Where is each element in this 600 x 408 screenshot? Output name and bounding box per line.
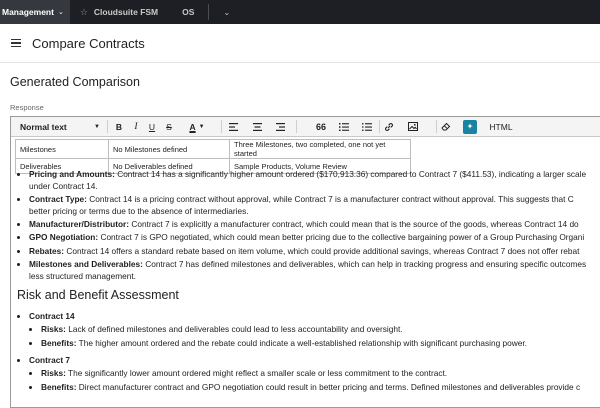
- sub-list: Risks: The significantly lower amount or…: [29, 368, 600, 393]
- bullet-label: Contract Type:: [29, 194, 87, 205]
- top-nav: Management ⌄ ☆ Cloudsuite FSM OS ⌄: [0, 0, 600, 24]
- text-color-button[interactable]: A ▼: [184, 117, 210, 136]
- align-center-icon[interactable]: [250, 117, 264, 136]
- toolbar-divider: [436, 120, 437, 133]
- tab-os[interactable]: OS: [168, 0, 208, 24]
- bullet-text: The higher amount ordered and the rebate…: [76, 337, 527, 348]
- bullet-label: GPO Negotiation:: [29, 232, 99, 243]
- bullet-label: Rebates:: [29, 245, 65, 256]
- caret-down-icon: ▼: [198, 123, 205, 130]
- list-item: Risks: Lack of defined milestones and de…: [41, 324, 600, 336]
- toolbar-divider: [379, 120, 380, 133]
- bold-button[interactable]: B: [112, 117, 126, 136]
- underline-button[interactable]: U: [145, 117, 159, 136]
- section-title: Generated Comparison: [10, 75, 140, 89]
- bullet-label: Milestones and Deliverables:: [29, 258, 143, 269]
- bullet-text: Contract 14 is a pricing contract withou…: [86, 194, 574, 205]
- bullet-text: Contract 7 is GPO negotiated, which coul…: [98, 232, 585, 243]
- chevron-down-icon: ⌄: [57, 9, 64, 16]
- list-item: Contract 7 Risks: The significantly lowe…: [29, 355, 600, 394]
- bullet-text: better pricing or terms due to the absen…: [29, 206, 249, 217]
- bullet-text: Contract 7 has defined milestones and de…: [142, 258, 587, 269]
- bullet-text: The significantly lower amount ordered m…: [65, 368, 448, 379]
- list-item: Rebates: Contract 14 offers a standard r…: [29, 246, 600, 258]
- toolbar-divider: [107, 120, 108, 133]
- table-cell: Three Milestones, two completed, one not…: [229, 139, 411, 159]
- tab-management-label: Management: [2, 7, 54, 17]
- align-left-icon[interactable]: [226, 117, 240, 136]
- numbered-list-icon[interactable]: [337, 117, 351, 136]
- strikethrough-button[interactable]: S: [162, 117, 176, 136]
- image-icon[interactable]: [406, 117, 420, 136]
- text-color-icon: A: [189, 121, 196, 132]
- caret-down-icon: ▼: [94, 123, 100, 130]
- bullet-text: less structured management.: [29, 270, 136, 281]
- tab-os-label: OS: [182, 7, 195, 17]
- list-item: Manufacturer/Distributor: Contract 7 is …: [29, 219, 600, 231]
- tab-cloudsuite-fsm[interactable]: ☆ Cloudsuite FSM: [70, 0, 168, 24]
- comparison-list: Pricing and Amounts: Contract 14 has a s…: [11, 169, 600, 283]
- bullet-text: Direct manufacturer contract and GPO neg…: [76, 381, 581, 392]
- list-item: Contract Type: Contract 14 is a pricing …: [29, 194, 600, 218]
- list-item: GPO Negotiation: Contract 7 is GPO negot…: [29, 232, 600, 244]
- table-cell: Milestones: [15, 139, 109, 159]
- link-icon[interactable]: [382, 117, 396, 136]
- bullet-label: Risks:: [41, 368, 66, 379]
- list-item: Milestones and Deliverables: Contract 7 …: [29, 259, 600, 283]
- contract-title: Contract 7: [29, 354, 71, 365]
- bullet-label: Manufacturer/Distributor:: [29, 219, 130, 230]
- bullet-list-icon[interactable]: [360, 117, 374, 136]
- bullet-text: Lack of defined milestones and deliverab…: [65, 324, 403, 335]
- bullet-text: Contract 14 has a significantly higher a…: [114, 169, 587, 179]
- table-cell: No Milestones defined: [108, 139, 230, 159]
- table-row: Milestones No Milestones defined Three M…: [15, 139, 411, 159]
- quote-button[interactable]: 66: [314, 117, 328, 136]
- bullet-label: Benefits:: [41, 381, 77, 392]
- bullet-label: Pricing and Amounts:: [29, 169, 115, 179]
- editor-toolbar: Normal text ▼ B I U S A ▼ 66 ✦ HTML: [11, 117, 600, 137]
- eraser-icon[interactable]: [439, 117, 453, 136]
- tab-management[interactable]: Management ⌄: [0, 0, 70, 24]
- risk-list: Contract 14 Risks: Lack of defined miles…: [11, 311, 600, 394]
- align-right-icon[interactable]: [273, 117, 287, 136]
- star-icon[interactable]: ☆: [80, 7, 88, 18]
- bullet-text: under Contract 14.: [29, 180, 98, 191]
- italic-button[interactable]: I: [129, 117, 143, 136]
- contract-title: Contract 14: [29, 310, 75, 321]
- chevron-down-icon[interactable]: ⌄: [209, 8, 244, 17]
- risk-heading: Risk and Benefit Assessment: [17, 287, 179, 302]
- bullet-text: Contract 14 offers a standard rebate bas…: [64, 245, 580, 256]
- list-item: Pricing and Amounts: Contract 14 has a s…: [29, 169, 600, 193]
- format-dropdown[interactable]: Normal text ▼: [20, 117, 100, 136]
- ai-assist-icon[interactable]: ✦: [463, 119, 477, 134]
- menu-icon[interactable]: [11, 38, 21, 48]
- response-editor[interactable]: Normal text ▼ B I U S A ▼ 66 ✦ HTML Mile…: [10, 116, 600, 408]
- list-item: Contract 14 Risks: Lack of defined miles…: [29, 311, 600, 350]
- tab-cloudsuite-fsm-label: Cloudsuite FSM: [93, 7, 159, 17]
- bullet-label: Risks:: [41, 324, 66, 335]
- toolbar-divider: [296, 120, 297, 133]
- list-item: Benefits: The higher amount ordered and …: [41, 338, 600, 350]
- list-item: Risks: The significantly lower amount or…: [41, 368, 600, 380]
- html-button[interactable]: HTML: [486, 117, 516, 136]
- page-header: Compare Contracts: [0, 24, 600, 63]
- toolbar-divider: [221, 120, 222, 133]
- list-item: Benefits: Direct manufacturer contract a…: [41, 382, 600, 394]
- sub-list: Risks: Lack of defined milestones and de…: [29, 324, 600, 349]
- format-dropdown-label: Normal text: [20, 121, 67, 132]
- bullet-label: Benefits:: [41, 337, 77, 348]
- editor-content: Pricing and Amounts: Contract 14 has a s…: [11, 169, 600, 395]
- page-title: Compare Contracts: [32, 35, 145, 51]
- bullet-text: Contract 7 is explicitly a manufacturer …: [129, 219, 579, 230]
- response-label: Response: [10, 103, 44, 112]
